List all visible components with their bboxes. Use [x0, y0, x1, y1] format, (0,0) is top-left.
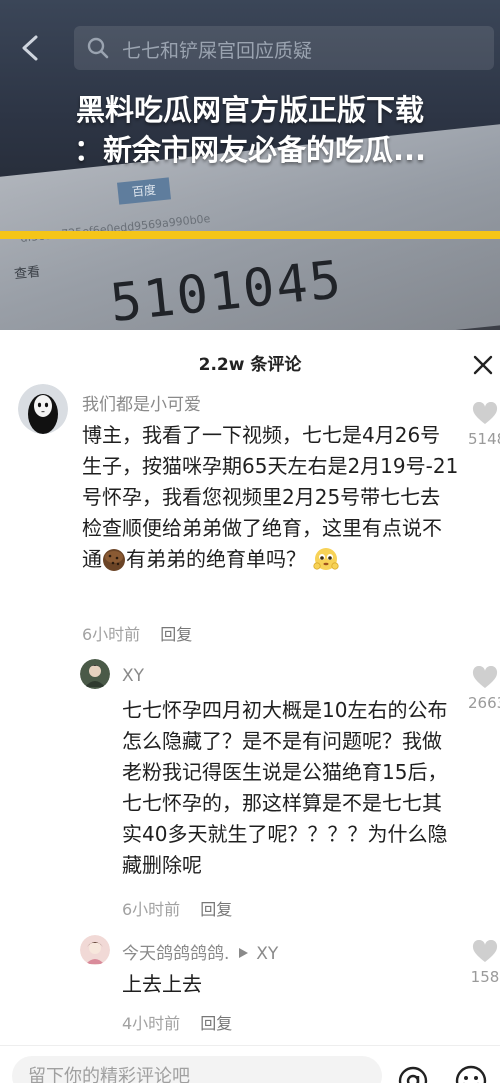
search-query-text: 七七和铲屎官回应质疑 [122, 40, 313, 62]
comment-username[interactable]: 今天鸽鸽鸽鸽. XY [122, 939, 278, 964]
cookie-emoji-icon [103, 549, 125, 571]
reply-target: XY [256, 944, 279, 964]
avatar[interactable] [18, 384, 68, 434]
headline-title: 黑料吃瓜网官方版正版下载 ：新余市网友必备的吃瓜... [0, 90, 500, 170]
comments-panel: 2.2w 条评论 我们都是小可爱 博主，我看了一下视频，七七是4月26号生子，按… [0, 330, 500, 1083]
comment-text-part: 有弟弟的绝育单吗？ [126, 547, 306, 571]
comment-input-bar [0, 1045, 500, 1083]
like-button[interactable]: 158 [468, 940, 500, 986]
pleading-emoji-icon [313, 548, 339, 570]
reply-arrow-icon [238, 948, 248, 958]
comment-time: 6小时前 [82, 625, 141, 644]
back-arrow-icon[interactable] [18, 34, 44, 62]
heart-icon [472, 666, 498, 688]
reply-button[interactable]: 回复 [200, 900, 232, 919]
search-box[interactable]: 七七和铲屎官回应质疑 [74, 26, 494, 70]
search-icon [87, 37, 109, 59]
comment-input[interactable] [12, 1056, 382, 1083]
reply-button[interactable]: 回复 [160, 625, 192, 644]
reply-author: 今天鸽鸽鸽鸽. [122, 944, 230, 964]
comment-meta: 4小时前 回复 [122, 1010, 232, 1034]
heart-icon [472, 940, 498, 962]
avatar[interactable] [80, 659, 110, 689]
comment-time: 4小时前 [122, 1014, 181, 1033]
avatar[interactable] [80, 935, 110, 965]
screen-label: 查看 [13, 264, 41, 283]
comment-meta: 6小时前 回复 [82, 621, 192, 645]
like-button[interactable]: 5148 [468, 402, 500, 448]
comment-text: 七七怀孕四月初大概是10左右的公布怎么隐藏了？是不是有问题呢？我做老粉我记得医生… [122, 698, 448, 877]
comment-meta: 6小时前 回复 [122, 896, 232, 920]
comment-text: 上去上去 [122, 972, 202, 996]
search-bar: 七七和铲屎官回应质疑 [0, 20, 500, 76]
emoji-smile-icon[interactable] [454, 1064, 488, 1083]
accent-divider [0, 231, 500, 239]
comment-time: 6小时前 [122, 900, 181, 919]
comments-count-title: 2.2w 条评论 [198, 355, 302, 375]
heart-icon [472, 402, 498, 424]
headline-line-2: ：新余市网友必备的吃瓜... [73, 133, 427, 167]
mention-at-icon[interactable] [396, 1064, 430, 1083]
comment-username[interactable]: 我们都是小可爱 [82, 390, 201, 415]
close-icon[interactable] [472, 354, 494, 376]
reply-button[interactable]: 回复 [200, 1014, 232, 1033]
like-count: 158 [470, 968, 500, 986]
video-backdrop: 百度 df5ce...725ef6e0edd9569a990b0e 查看 510… [0, 0, 500, 330]
like-count: 5148 [468, 430, 500, 448]
like-count: 2663 [468, 694, 500, 712]
comment-username[interactable]: XY [122, 666, 144, 686]
like-button[interactable]: 2663 [468, 666, 500, 712]
comment-text: 博主，我看了一下视频，七七是4月26号生子，按猫咪孕期65天左右是2月19号-2… [82, 420, 460, 575]
headline-line-1: 黑料吃瓜网官方版正版下载 [75, 93, 424, 127]
